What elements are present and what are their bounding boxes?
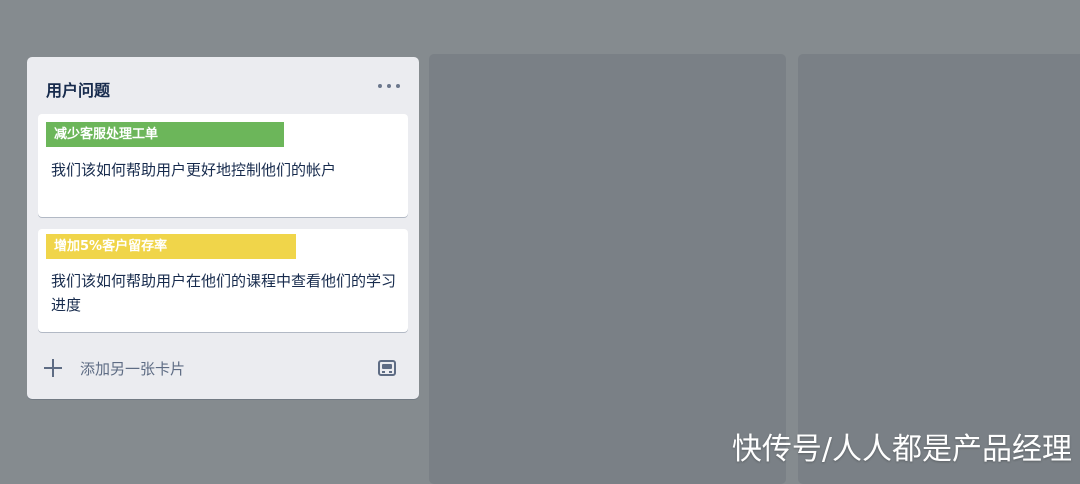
add-card-label: 添加另一张卡片: [80, 359, 186, 378]
board: 用户问题 减少客服处理工单 我们该如何帮助用户更好地控制他们的帐户 增加5%客户…: [0, 0, 1080, 484]
more-horizontal-icon[interactable]: [378, 77, 400, 95]
card[interactable]: 增加5%客户留存率 我们该如何帮助用户在他们的课程中查看他们的学习进度: [38, 229, 408, 332]
menu-dot: [396, 84, 400, 88]
add-card-button[interactable]: 添加另一张卡片: [43, 353, 343, 383]
list-user-issues: 用户问题 减少客服处理工单 我们该如何帮助用户更好地控制他们的帐户 增加5%客户…: [27, 57, 419, 399]
empty-list-column: [429, 54, 786, 484]
menu-dot: [387, 84, 391, 88]
card-template-icon[interactable]: [377, 358, 397, 378]
card-label: 减少客服处理工单: [46, 122, 284, 147]
card-title: 我们该如何帮助用户更好地控制他们的帐户: [51, 161, 337, 179]
card-title: 我们该如何帮助用户在他们的课程中查看他们的学习进度: [51, 272, 397, 314]
empty-list-column: [798, 54, 1080, 484]
plus-icon: [43, 358, 63, 378]
menu-dot: [378, 84, 382, 88]
watermark: 快传号/人人都是产品经理: [731, 432, 1072, 467]
list-title[interactable]: 用户问题: [46, 77, 110, 101]
card[interactable]: 减少客服处理工单 我们该如何帮助用户更好地控制他们的帐户: [38, 114, 408, 217]
card-label: 增加5%客户留存率: [46, 234, 296, 259]
